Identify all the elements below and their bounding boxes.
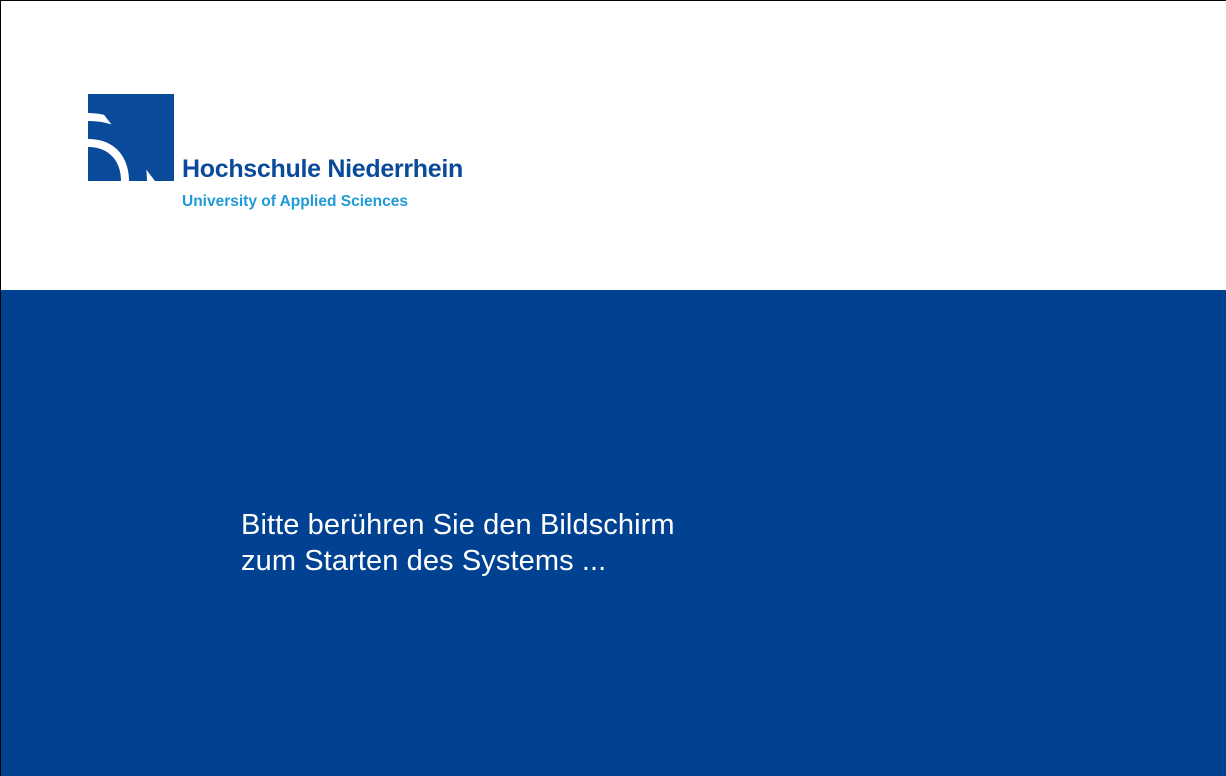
brand-name: Hochschule Niederrhein [182,155,463,183]
start-prompt-line-1: Bitte berühren Sie den Bildschirm [241,509,675,541]
header: Hochschule Niederrhein University of App… [1,1,1226,290]
brand-subtitle: University of Applied Sciences [182,193,408,210]
kiosk-screen: Hochschule Niederrhein University of App… [0,0,1226,776]
start-prompt-line-2: zum Starten des Systems ... [241,545,607,577]
touch-to-start-area[interactable]: Bitte berühren Sie den Bildschirm zum St… [1,290,1226,776]
start-prompt: Bitte berühren Sie den Bildschirm zum St… [241,507,675,579]
hochschule-niederrhein-logo-icon [88,94,174,181]
